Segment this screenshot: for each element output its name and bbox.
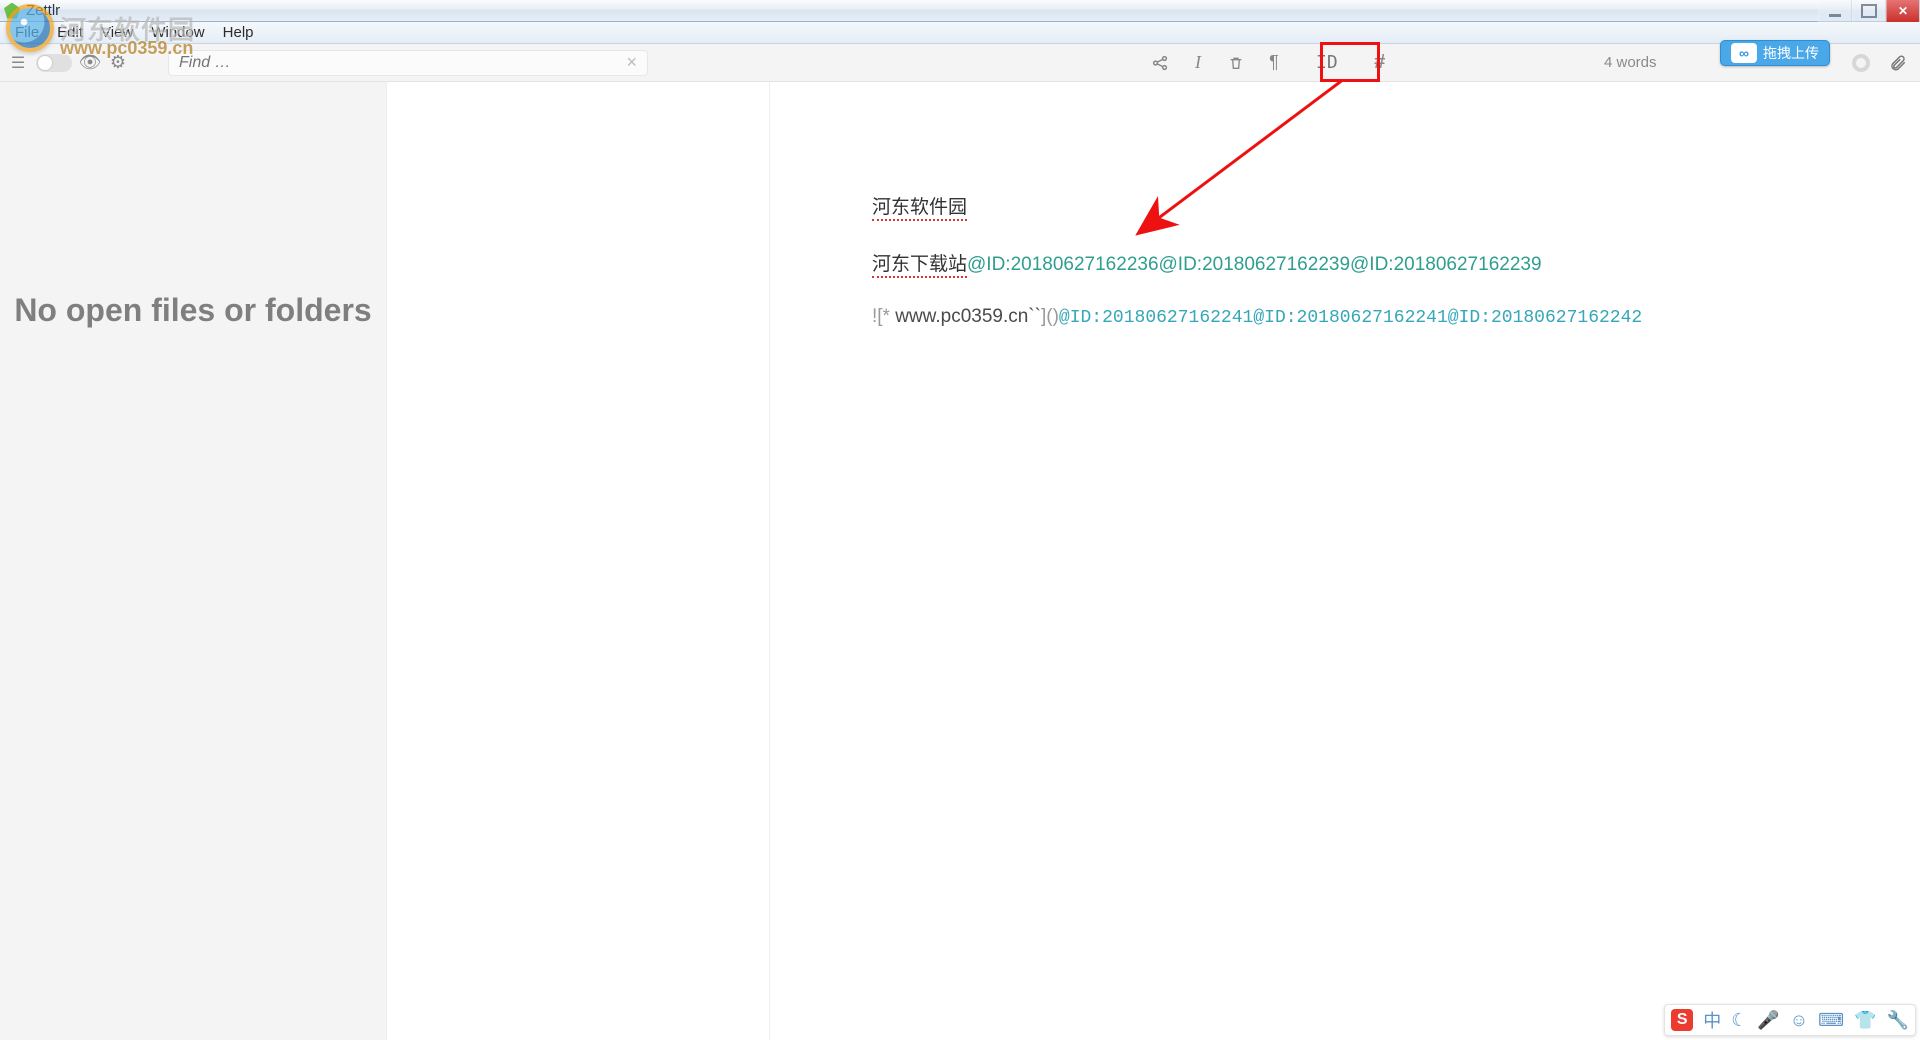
eye-icon[interactable]: 👁 (80, 52, 100, 73)
app-icon (4, 3, 20, 19)
ime-item-skin-icon[interactable]: 👕 (1854, 1010, 1876, 1031)
window-minimize-button[interactable] (1818, 0, 1852, 22)
ime-item-mic-icon[interactable]: 🎤 (1757, 1010, 1779, 1031)
editor-line-2-ids: @ID:20180627162236@ID:20180627162239@ID:… (967, 254, 1542, 275)
editor-line-2[interactable]: 河东下载站@ID:20180627162236@ID:2018062716223… (872, 249, 1920, 276)
search-field[interactable]: × (168, 50, 648, 76)
toolbar: ☰ 👁 ⚙ × I ¶ ID # 4 words ∞ 拖拽上传 (0, 44, 1920, 82)
upload-pill-label: 拖拽上传 (1763, 43, 1819, 63)
cloud-icon: ∞ (1731, 43, 1757, 63)
window-title: Zettlr (26, 2, 60, 19)
menu-toggle-icon[interactable]: ☰ (8, 53, 28, 73)
dark-mode-toggle[interactable] (36, 54, 72, 72)
editor-line-2-prefix: 河东下载站 (872, 254, 967, 278)
menu-view[interactable]: View (92, 24, 142, 41)
menubar: File Edit View Window Help (0, 22, 1920, 44)
id-button[interactable]: ID (1302, 50, 1352, 75)
editor-line-3[interactable]: ![* www.pc0359.cn``]()@ID:20180627162241… (872, 306, 1920, 328)
search-input[interactable] (179, 54, 626, 72)
editor-line-3-ids: @ID:20180627162241@ID:20180627162241@ID:… (1059, 308, 1642, 328)
window-close-button[interactable] (1886, 0, 1920, 22)
word-count: 4 words (1604, 54, 1657, 71)
file-tree-pane[interactable] (386, 82, 770, 1040)
hash-icon[interactable]: # (1370, 51, 1390, 74)
gear-icon[interactable]: ⚙ (108, 52, 128, 73)
upload-pill[interactable]: ∞ 拖拽上传 (1720, 40, 1830, 66)
sidebar-empty-message: No open files or folders (14, 292, 371, 329)
sync-spinner-icon[interactable] (1852, 54, 1870, 72)
search-clear-icon[interactable]: × (626, 52, 637, 73)
editor-line-1[interactable]: 河东软件园 (872, 192, 1920, 219)
ime-toolbar[interactable]: S 中 ☾ 🎤 ☺ ⌨ 👕 🔧 (1664, 1004, 1916, 1036)
window-titlebar[interactable]: Zettlr (0, 0, 1920, 22)
editor-line-3-url: www.pc0359.cn`` (895, 306, 1041, 327)
editor-pane[interactable]: 河东软件园 河东下载站@ID:20180627162236@ID:2018062… (770, 82, 1920, 1040)
paperclip-icon[interactable] (1888, 54, 1908, 72)
info-icon[interactable]: I (1188, 52, 1208, 73)
menu-edit[interactable]: Edit (48, 24, 92, 41)
pilcrow-icon[interactable]: ¶ (1264, 52, 1284, 73)
share-icon[interactable] (1150, 54, 1170, 72)
editor-line-3-md-prefix: ![* (872, 306, 895, 327)
file-sidebar: No open files or folders (0, 82, 386, 1040)
menu-help[interactable]: Help (214, 24, 263, 41)
window-maximize-button[interactable] (1852, 0, 1886, 22)
ime-badge[interactable]: S (1671, 1009, 1693, 1031)
editor-line-3-md-suffix: ]() (1041, 306, 1059, 327)
editor-line-1-text: 河东软件园 (872, 197, 967, 221)
menu-file[interactable]: File (6, 24, 48, 41)
ime-item-wrench-icon[interactable]: 🔧 (1887, 1010, 1909, 1031)
ime-item-lang[interactable]: 中 (1703, 1007, 1721, 1033)
menu-window[interactable]: Window (142, 24, 213, 41)
trash-icon[interactable] (1226, 54, 1246, 72)
ime-item-keyboard-icon[interactable]: ⌨ (1818, 1010, 1844, 1031)
ime-item-moon-icon[interactable]: ☾ (1731, 1010, 1747, 1031)
ime-item-emoji-icon[interactable]: ☺ (1790, 1010, 1808, 1031)
